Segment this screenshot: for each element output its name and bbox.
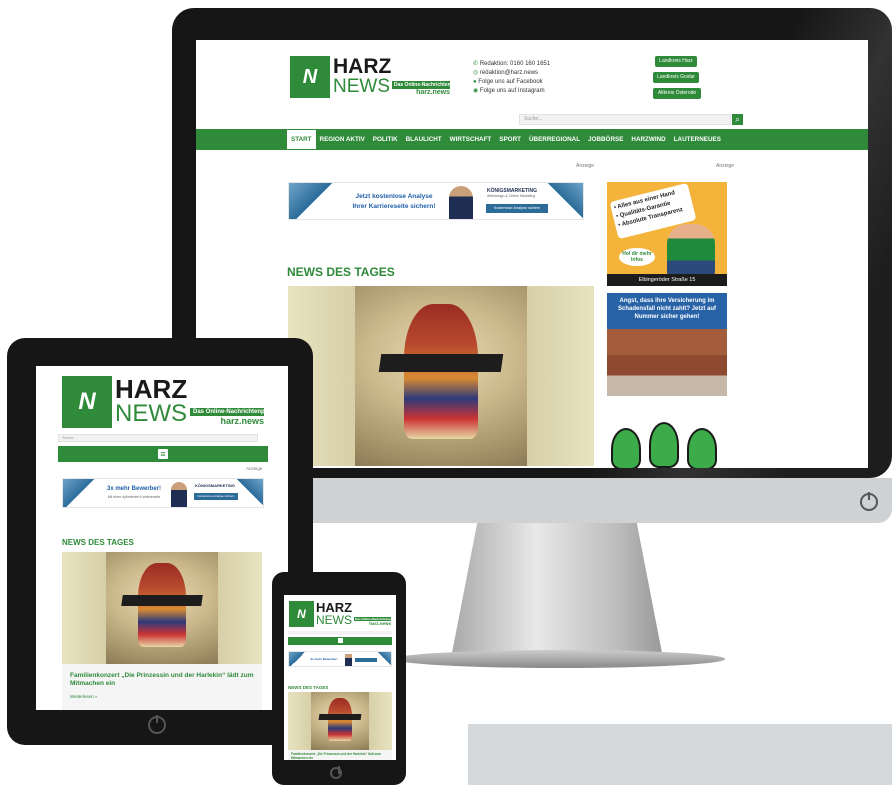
nav-wirtschaft[interactable]: WIRTSCHAFT — [446, 136, 496, 143]
side-ad-address: Elbingeröder Straße 15 — [607, 274, 727, 286]
banner-ad[interactable]: Jetzt kostenlose Analyse Ihrer Karrierese… — [288, 182, 584, 220]
section-title: NEWS DES TAGES — [287, 265, 395, 279]
logo-tagline: Das Online-Nachrichtenportal — [392, 81, 450, 89]
nav-blaulicht[interactable]: BLAULICHT — [402, 136, 446, 143]
contact-whatsapp[interactable]: ◎ redaktion@harz.news — [473, 69, 550, 78]
banner-triangle-right — [543, 183, 583, 219]
side-ad-versicherung[interactable]: Angst, dass Ihre Versicherung im Schaden… — [607, 293, 727, 396]
tablet-search-input[interactable]: Suche... — [58, 434, 258, 442]
hamburger-menu-icon[interactable]: ≡ — [158, 449, 168, 459]
logo-domain: harz.news — [416, 89, 450, 96]
phone-headline[interactable]: Familienkonzert „Die Prinzessin und der … — [291, 752, 391, 760]
monitor-stand-base — [395, 650, 725, 668]
phone-icon: ✆ — [473, 61, 480, 67]
phone-nav-bar — [288, 637, 392, 645]
side-ad-handwerk[interactable]: • Alles aus einer Hand • Qualitäts-Garant… — [607, 182, 727, 286]
main-nav: START REGION AKTIV POLITIK BLAULICHT WIR… — [196, 129, 868, 150]
district-button-goslar[interactable]: Landkreis Goslar — [653, 72, 699, 83]
news-photo[interactable] — [288, 286, 594, 466]
phone-screen: N HARZ NEWS Das Online-Nachrichtenportal… — [284, 595, 396, 760]
phone-logo[interactable]: N HARZ NEWS Das Online-Nachrichtenportal… — [289, 601, 391, 627]
banner-headline: Jetzt kostenlose Analyse Ihrer Karrierese… — [352, 193, 436, 210]
contact-facebook[interactable]: ● Folge uns auf Facebook — [473, 78, 550, 87]
district-button-osterode[interactable]: Altkreis Osterode — [653, 88, 701, 99]
instagram-icon: ◉ — [473, 88, 480, 94]
logo-mark: N — [290, 56, 330, 98]
nav-lauterneues[interactable]: LAUTERNEUES — [670, 136, 725, 143]
ad-label: Anzeige — [576, 163, 595, 169]
whatsapp-icon: ◎ — [473, 70, 480, 76]
contact-instagram[interactable]: ◉ Folge uns auf Instagram — [473, 87, 550, 96]
nav-ueberregional[interactable]: ÜBERREGIONAL — [525, 136, 584, 143]
ad-label-side: Anzeige — [716, 163, 735, 169]
tablet-banner-ad[interactable]: 3x mehr Bewerber! Mit einer optimierten … — [62, 478, 264, 508]
tablet-home-button[interactable] — [148, 715, 166, 734]
tablet-read-more[interactable]: Weiterlesen » — [70, 694, 97, 699]
phone-home-button[interactable] — [330, 766, 342, 779]
tablet-nav-bar: ≡ — [58, 446, 268, 462]
nav-politik[interactable]: POLITIK — [369, 136, 402, 143]
monitor-power-icon[interactable] — [860, 492, 878, 511]
banner-cta-button[interactable]: Kostenlose Analyse sichern — [486, 204, 548, 213]
logo-harz: HARZ — [333, 55, 392, 78]
tablet-ad-label: Anzeige — [246, 466, 263, 471]
banner-person — [449, 186, 473, 219]
phone-section-title: NEWS DES TAGES — [288, 685, 329, 690]
search-input[interactable]: Suche... — [519, 114, 731, 125]
phone-news-card[interactable]: Familienkonzert „Die Prinzessin und der … — [288, 750, 392, 760]
search-icon[interactable]: ⌕ — [732, 114, 743, 125]
nav-sport[interactable]: SPORT — [495, 136, 525, 143]
phone-banner-ad[interactable]: 3x mehr Bewerber! — [288, 651, 392, 667]
logo-news: NEWS — [333, 76, 390, 97]
contact-phone[interactable]: ✆ Redaktion: 0160 160 1651 — [473, 60, 550, 69]
phone-news-photo[interactable] — [288, 692, 392, 750]
site-logo[interactable]: N HARZ NEWS Das Online-Nachrichtenportal… — [290, 56, 450, 98]
side-ad-cartoon[interactable] — [607, 420, 727, 468]
banner-triangle-left — [289, 183, 337, 219]
phone-hamburger-icon[interactable] — [338, 638, 343, 643]
tablet-headline[interactable]: Familienkonzert „Die Prinzessin und der … — [70, 672, 254, 688]
tablet-news-photo[interactable] — [62, 552, 262, 664]
tablet-screen: N HARZ NEWS Das Online-Nachrichtenportal… — [36, 366, 288, 710]
side-ad-worker — [667, 224, 715, 276]
contact-list: ✆ Redaktion: 0160 160 1651 ◎ redaktion@h… — [473, 60, 550, 96]
tablet-news-card[interactable]: Familienkonzert „Die Prinzessin und der … — [62, 664, 262, 710]
background-panel — [468, 724, 892, 785]
banner-brand-sub: Webdesign & Online Marketing — [487, 194, 536, 198]
nav-region-aktiv[interactable]: REGION AKTIV — [316, 136, 369, 143]
side-ad-badge: Hol dir mehr Infos — [619, 248, 655, 266]
side-ad2-text: Angst, dass Ihre Versicherung im Schaden… — [617, 298, 716, 320]
nav-jobboerse[interactable]: JOBBÖRSE — [584, 136, 627, 143]
tablet-logo[interactable]: N HARZ NEWS Das Online-Nachrichtenportal… — [62, 376, 264, 428]
district-button-harz[interactable]: Landkreis Harz — [655, 56, 697, 67]
nav-harzwind[interactable]: HARZWIND — [627, 136, 669, 143]
phone-search-input[interactable] — [288, 631, 392, 635]
monitor-stand — [452, 523, 662, 653]
tablet-section-title: NEWS DES TAGES — [62, 538, 134, 547]
nav-start[interactable]: START — [287, 130, 316, 149]
